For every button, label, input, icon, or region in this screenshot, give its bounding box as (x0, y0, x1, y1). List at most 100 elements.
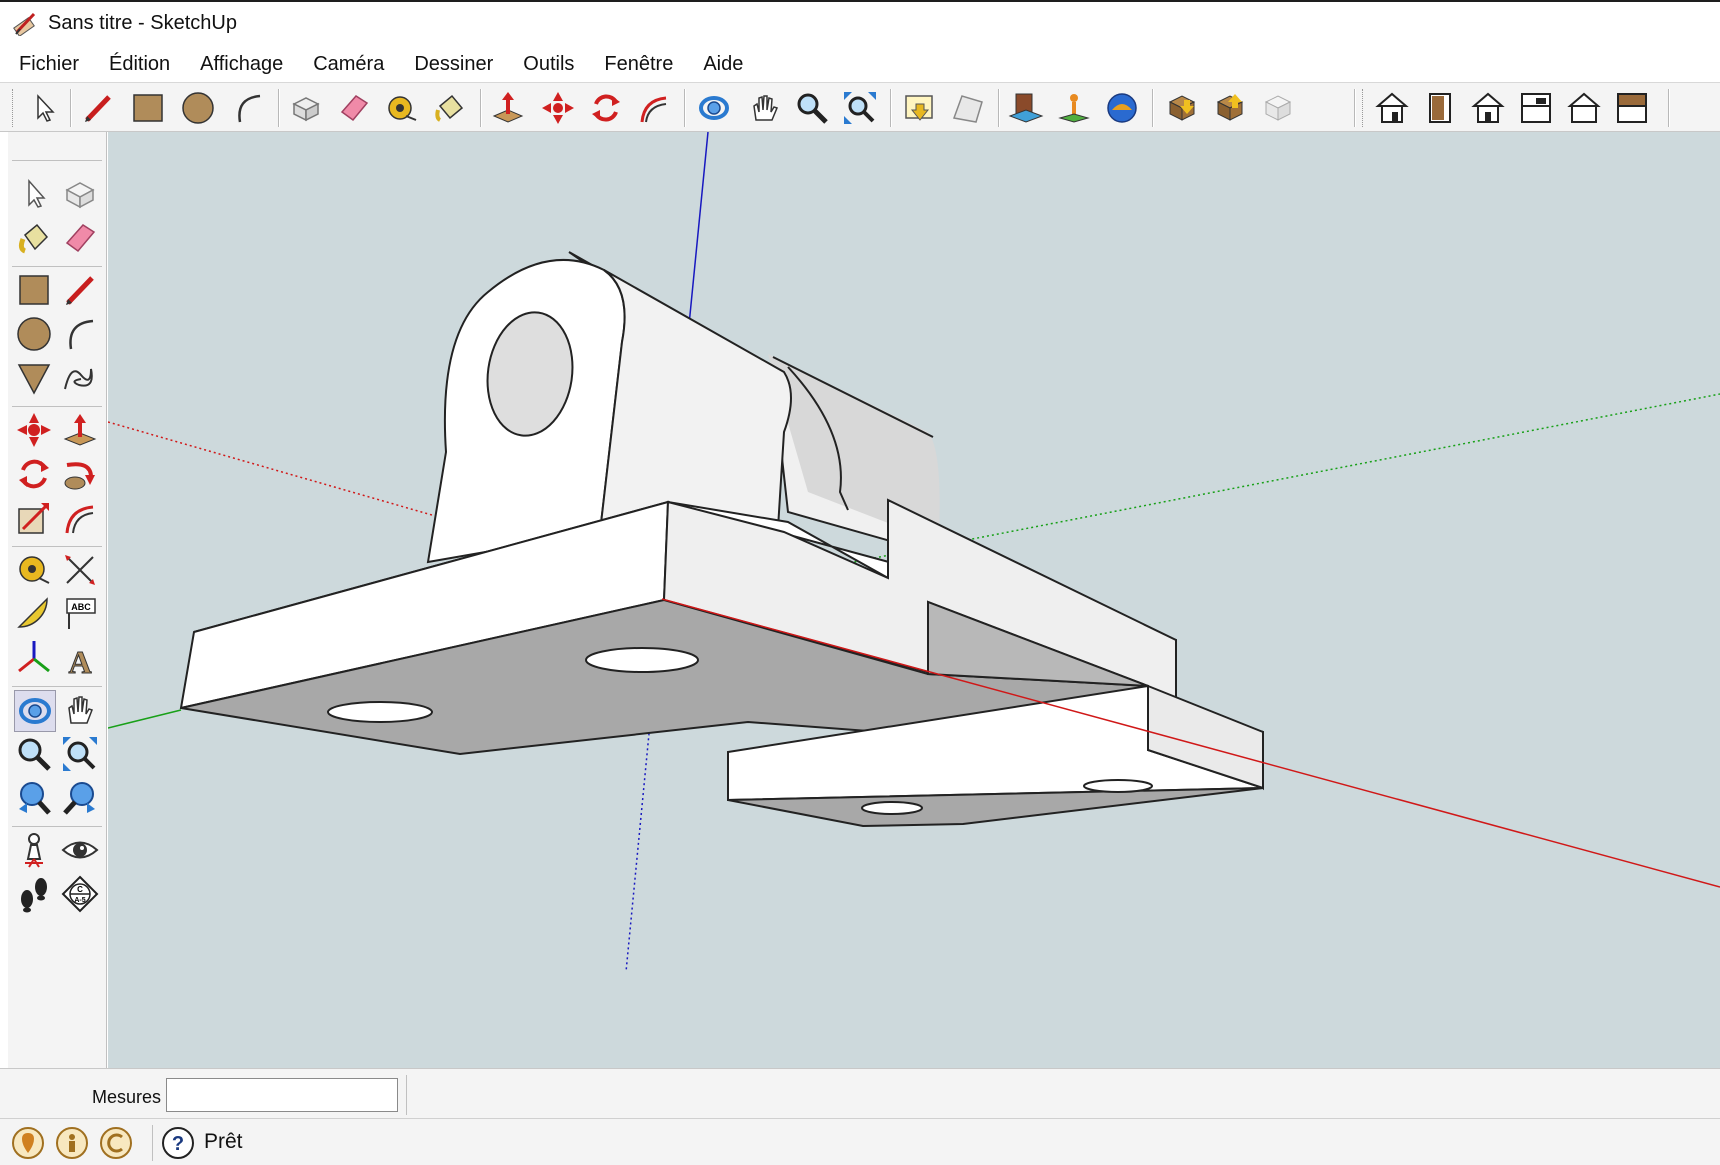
share-component-icon[interactable] (1258, 88, 1298, 128)
arc-icon[interactable] (60, 314, 100, 354)
get-models-icon[interactable] (1054, 88, 1094, 128)
make-component-icon[interactable] (60, 174, 100, 214)
text-tool-icon[interactable]: ABC (60, 594, 100, 634)
orbit-icon[interactable] (694, 88, 734, 128)
rectangle-icon[interactable] (128, 88, 168, 128)
toolbar-separator (12, 160, 102, 161)
axes-icon[interactable] (14, 638, 54, 678)
left-view-icon[interactable] (1612, 88, 1652, 128)
zoom-extents-icon[interactable] (840, 88, 880, 128)
zoom-extents-icon[interactable] (60, 734, 100, 774)
svg-text:A-5: A-5 (74, 897, 85, 904)
help-icon[interactable]: ? (160, 1125, 196, 1161)
pencil-icon[interactable] (60, 270, 100, 310)
toolbar-separator (1152, 89, 1154, 127)
pencil-icon[interactable] (78, 88, 118, 128)
position-camera-icon[interactable] (14, 830, 54, 870)
top-view-icon[interactable] (1420, 88, 1460, 128)
make-component-icon[interactable] (286, 88, 326, 128)
scale-icon[interactable] (14, 498, 54, 538)
arc-icon[interactable] (228, 88, 268, 128)
eraser-icon[interactable] (60, 218, 100, 258)
menu-fenetre[interactable]: Fenêtre (593, 53, 684, 76)
toggle-terrain-icon[interactable] (948, 88, 988, 128)
tape-measure-icon[interactable] (14, 550, 54, 590)
rotate-icon[interactable] (14, 454, 54, 494)
model-canvas[interactable] (108, 132, 1720, 1068)
back-view-icon[interactable] (1564, 88, 1604, 128)
pan-icon[interactable] (744, 88, 784, 128)
tape-measure-icon[interactable] (382, 88, 422, 128)
protractor-icon[interactable] (14, 594, 54, 634)
share-model-icon[interactable] (1102, 88, 1142, 128)
polygon-icon[interactable] (14, 358, 54, 398)
credits-icon[interactable] (54, 1125, 90, 1161)
toolbar-grip[interactable] (12, 89, 16, 127)
measurements-input[interactable] (166, 1078, 398, 1112)
next-view-icon[interactable] (60, 778, 100, 818)
move-icon[interactable] (538, 88, 578, 128)
add-location-icon[interactable] (900, 88, 940, 128)
zoom-icon[interactable] (792, 88, 832, 128)
select-icon[interactable] (14, 174, 54, 214)
toolbar-separator (1354, 89, 1356, 127)
toolbar-separator (12, 826, 102, 827)
measurements-label: Mesures (92, 1087, 162, 1107)
menu-fichier[interactable]: Fichier (8, 53, 90, 76)
circle-icon[interactable] (14, 314, 54, 354)
previous-view-icon[interactable] (14, 778, 54, 818)
follow-me-icon[interactable] (60, 454, 100, 494)
mounting-hole-2 (585, 647, 699, 673)
menu-outils[interactable]: Outils (512, 53, 585, 76)
orbit-icon[interactable] (14, 690, 56, 732)
move-icon[interactable] (14, 410, 54, 450)
look-around-icon[interactable] (60, 830, 100, 870)
menu-dessiner[interactable]: Dessiner (403, 53, 504, 76)
push-pull-icon[interactable] (488, 88, 528, 128)
status-divider (406, 1075, 407, 1115)
iso-view-icon[interactable] (1372, 88, 1412, 128)
menu-camera[interactable]: Caméra (302, 53, 395, 76)
toolbar-grip[interactable] (1362, 89, 1366, 127)
zoom-icon[interactable] (14, 734, 54, 774)
toolbar-separator (12, 266, 102, 267)
svg-text:C: C (77, 885, 83, 894)
eraser-icon[interactable] (334, 88, 374, 128)
right-view-icon[interactable] (1516, 88, 1556, 128)
sign-in-icon[interactable] (98, 1125, 134, 1161)
section-plane-icon[interactable]: C A-5 (60, 874, 100, 914)
follow-me-icon[interactable] (634, 88, 674, 128)
offset-icon[interactable] (60, 498, 100, 538)
status-bar: ? Prêt (0, 1118, 1720, 1165)
circle-icon[interactable] (178, 88, 218, 128)
push-pull-icon[interactable] (60, 410, 100, 450)
paint-bucket-icon[interactable] (430, 88, 470, 128)
toolbar-separator (684, 89, 686, 127)
walk-icon[interactable] (14, 874, 54, 914)
rotate-icon[interactable] (586, 88, 626, 128)
sketchup-app-icon (13, 12, 36, 36)
toolbar-separator (1668, 89, 1670, 127)
dimensions-icon[interactable] (60, 550, 100, 590)
photo-textures-icon[interactable] (1006, 88, 1046, 128)
menu-aide[interactable]: Aide (692, 53, 754, 76)
select-icon[interactable] (22, 88, 62, 128)
freehand-icon[interactable] (60, 358, 100, 398)
measurements-bar: Mesures (0, 1068, 1720, 1118)
menu-edition[interactable]: Édition (98, 53, 181, 76)
rectangle-icon[interactable] (14, 270, 54, 310)
menu-affichage[interactable]: Affichage (189, 53, 294, 76)
green-axis (108, 709, 182, 729)
3d-viewport[interactable] (108, 132, 1720, 1068)
3d-text-icon[interactable]: A (60, 638, 100, 678)
pan-icon[interactable] (60, 690, 100, 730)
toolbar-separator (890, 89, 892, 127)
toolbar-separator (12, 546, 102, 547)
3d-warehouse-icon[interactable] (1162, 88, 1202, 128)
paint-bucket-icon[interactable] (14, 218, 54, 258)
svg-text:?: ? (172, 1133, 184, 1155)
extension-warehouse-icon[interactable] (1210, 88, 1250, 128)
geolocation-icon[interactable] (10, 1125, 46, 1161)
front-view-icon[interactable] (1468, 88, 1508, 128)
mounting-hole-3 (861, 801, 923, 815)
